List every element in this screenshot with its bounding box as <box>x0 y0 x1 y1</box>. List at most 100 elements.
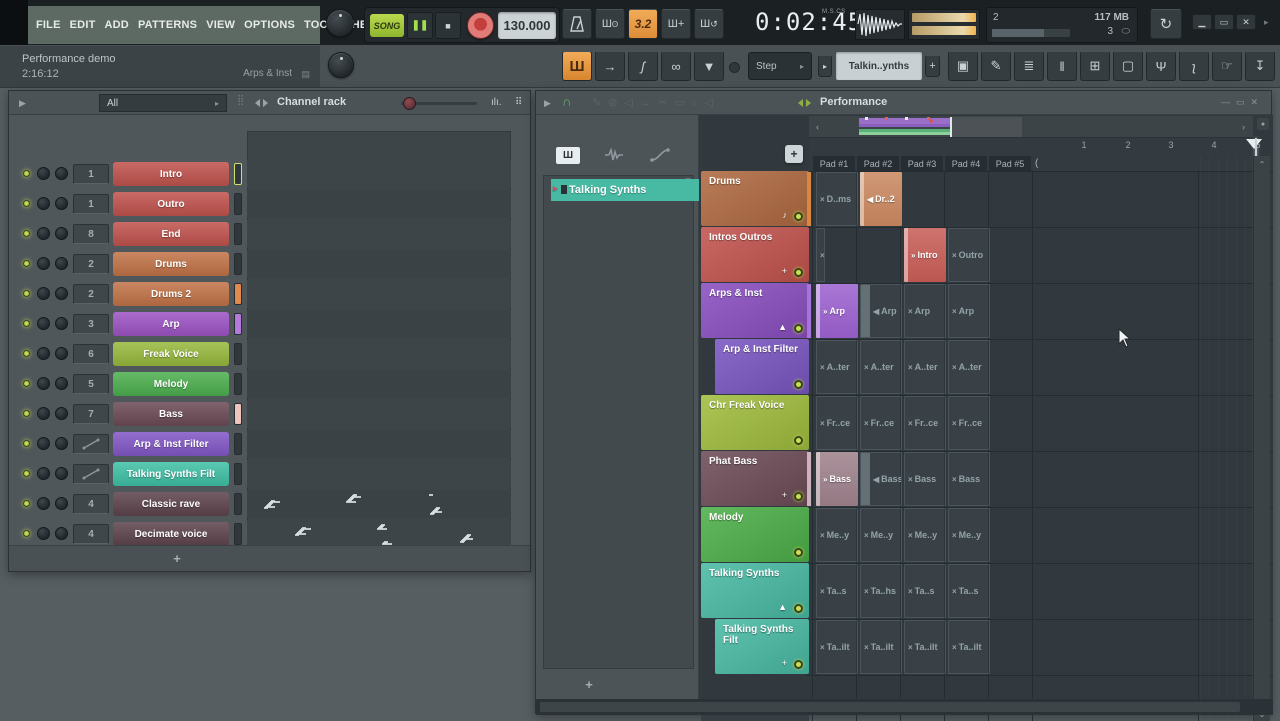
channel-button-intro[interactable]: Intro <box>113 162 229 186</box>
sequencer-strip[interactable] <box>247 310 511 338</box>
picker-add-button[interactable]: + <box>574 675 604 693</box>
playlist-collapse-arrow[interactable]: ▶ <box>544 98 551 109</box>
pattern-indicator[interactable] <box>234 343 242 365</box>
countdown-button[interactable]: 3.2 <box>628 9 658 39</box>
clip-ta-ilt[interactable]: ×Ta..ilt <box>948 620 990 674</box>
channel-led[interactable] <box>23 230 30 237</box>
pattern-indicator[interactable] <box>234 493 242 515</box>
track-led[interactable] <box>794 324 803 333</box>
minimize-button[interactable]: ▁ <box>1192 14 1212 30</box>
sequencer-strip[interactable] <box>247 430 511 458</box>
channel-button-arp-inst-filter[interactable]: Arp & Inst Filter <box>113 432 229 456</box>
channel-steps-count[interactable]: 3 <box>73 314 109 334</box>
pan-knob[interactable] <box>37 467 50 480</box>
clip-a-ter[interactable]: ×A..ter <box>948 340 990 394</box>
slide-button[interactable]: ʃ <box>628 51 658 81</box>
channel-steps-count[interactable]: 5 <box>73 374 109 394</box>
channel-led[interactable] <box>23 260 30 267</box>
pan-knob[interactable] <box>37 407 50 420</box>
channel-button-talking-synths-filt[interactable]: Talking Synths Filt <box>113 462 229 486</box>
clip-ta-ilt[interactable]: ×Ta..ilt <box>816 620 858 674</box>
volume-knob[interactable] <box>55 197 68 210</box>
picker-tab-patterns[interactable]: Ш <box>556 147 580 164</box>
track-header-talking-synths[interactable]: Talking Synths▲ <box>701 563 809 618</box>
pattern-indicator[interactable] <box>234 253 242 275</box>
channel-led[interactable] <box>23 470 30 477</box>
track-led[interactable] <box>794 660 803 669</box>
playlist-window-buttons[interactable]: ―▭✕ <box>1221 97 1264 108</box>
pan-knob[interactable] <box>37 527 50 540</box>
track-led[interactable] <box>794 380 803 389</box>
channel-rack-header[interactable]: ▶ All ▸ ⣿ Channel rack ılı. ⠿ <box>9 91 530 115</box>
pattern-indicator[interactable] <box>234 283 242 305</box>
track-badge-plus[interactable]: + <box>782 490 787 500</box>
clip-me-y[interactable]: ×Me..y <box>860 508 902 562</box>
metronome-button[interactable] <box>562 9 592 39</box>
track-badge-note[interactable]: ♪ <box>783 210 788 220</box>
toggle-playlist-button[interactable]: ▣ <box>948 51 978 81</box>
clip-ta-hs[interactable]: ×Ta..hs <box>860 564 902 618</box>
toggle-channel-rack-button[interactable]: ≣ <box>1014 51 1044 81</box>
clip-arp[interactable]: ×Arp <box>904 284 946 338</box>
clip-bass[interactable]: »Bass <box>816 452 858 506</box>
channel-button-bass[interactable]: Bass <box>113 402 229 426</box>
menu-patterns[interactable]: PATTERNS <box>138 19 197 31</box>
sequencer-strip[interactable] <box>247 220 511 248</box>
picker-tab-audio[interactable] <box>604 148 624 167</box>
pattern-selector[interactable]: Talkin..ynths <box>836 52 922 80</box>
channel-led[interactable] <box>23 320 30 327</box>
volume-knob[interactable] <box>55 317 68 330</box>
channel-steps-count[interactable]: 6 <box>73 344 109 364</box>
sequencer-strip[interactable] <box>247 280 511 308</box>
track-header-phat-bass[interactable]: Phat Bass+ <box>701 451 809 506</box>
channel-led[interactable] <box>23 290 30 297</box>
pan-knob[interactable] <box>37 497 50 510</box>
pan-knob[interactable] <box>37 197 50 210</box>
sequencer-strip[interactable] <box>247 520 511 548</box>
clip-outro[interactable]: ×Outro <box>948 228 990 282</box>
clip-fr-ce[interactable]: ×Fr..ce <box>904 396 946 450</box>
menu-view[interactable]: VIEW <box>206 19 235 31</box>
swing-slider-knob[interactable] <box>403 97 416 110</box>
channel-steps-count[interactable]: 4 <box>73 524 109 544</box>
clip-fr-ce[interactable]: ×Fr..ce <box>860 396 902 450</box>
blend-notes-button[interactable]: Ш+ <box>661 9 691 39</box>
clip-a-ter[interactable]: ×A..ter <box>816 340 858 394</box>
toggle-piano-roll-button[interactable]: ✎ <box>981 51 1011 81</box>
track-header-intros-outros[interactable]: Intros Outros+ <box>701 227 809 282</box>
sequencer-strip[interactable] <box>247 460 511 488</box>
plugin-button[interactable]: Ψ <box>1146 51 1176 81</box>
track-badge-tri[interactable]: ▲ <box>778 322 787 332</box>
track-header-melody[interactable]: Melody <box>701 507 809 562</box>
pattern-indicator[interactable] <box>234 403 242 425</box>
pause-button[interactable]: ❚❚ <box>407 12 433 39</box>
channel-steps-count[interactable]: 4 <box>73 494 109 514</box>
snap-magnet-icon[interactable]: ∩ <box>562 94 571 109</box>
channel-button-freak-voice[interactable]: Freak Voice <box>113 342 229 366</box>
channel-steps-count[interactable]: 2 <box>73 284 109 304</box>
clip-ta-s[interactable]: ×Ta..s <box>948 564 990 618</box>
rack-collapse-arrow[interactable]: ▶ <box>19 98 26 109</box>
clip-arp[interactable]: ×Arp <box>948 284 990 338</box>
pan-knob[interactable] <box>37 257 50 270</box>
close-button[interactable]: ✕ <box>1236 14 1256 30</box>
track-led[interactable] <box>794 604 803 613</box>
clip-dr-2[interactable]: ◀Dr..2 <box>860 172 902 226</box>
sequencer-strip[interactable] <box>247 190 511 218</box>
volume-knob[interactable] <box>55 407 68 420</box>
playlist-tools[interactable]: ✎⊘◁↔✂▭⌕◁ <box>592 96 720 110</box>
tempo-display[interactable]: 130.000 <box>498 12 556 39</box>
drag-handle-icon[interactable]: ⣿ <box>237 95 243 106</box>
swing-slider[interactable] <box>401 102 477 105</box>
renew-button[interactable]: ↺ <box>1150 9 1182 39</box>
track-led[interactable] <box>794 436 803 445</box>
volume-meter[interactable] <box>908 9 980 40</box>
export-button[interactable]: ↧ <box>1245 51 1275 81</box>
pattern-indicator[interactable] <box>234 313 242 335</box>
record-button[interactable] <box>467 12 494 39</box>
time-display[interactable]: 0:02:45 <box>755 8 863 36</box>
channel-button-end[interactable]: End <box>113 222 229 246</box>
pan-knob[interactable] <box>37 347 50 360</box>
channel-led[interactable] <box>23 380 30 387</box>
clip-me-y[interactable]: ×Me..y <box>816 508 858 562</box>
